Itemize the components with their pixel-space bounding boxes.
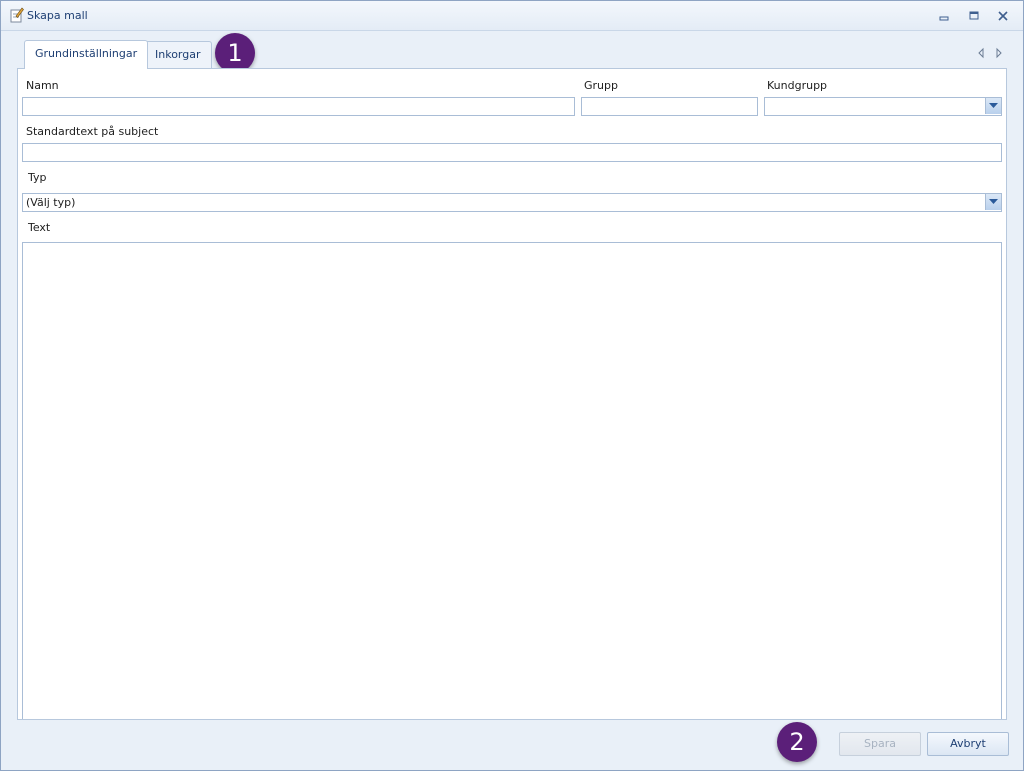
title-bar[interactable]: Skapa mall <box>1 1 1023 31</box>
window-title: Skapa mall <box>27 9 88 22</box>
text-label: Text <box>28 221 51 234</box>
customer-group-label: Kundgrupp <box>767 79 828 92</box>
tab-content-panel: Namn Grupp Kundgrupp Standardtext på sub… <box>17 68 1007 720</box>
subject-field[interactable] <box>22 143 1002 162</box>
callout-badge-1: 1 <box>215 33 255 73</box>
close-icon[interactable] <box>996 9 1010 23</box>
minimize-icon[interactable] <box>937 9 951 23</box>
type-label: Typ <box>28 171 47 184</box>
restore-icon[interactable] <box>967 9 981 23</box>
tab-scroll-right-icon[interactable] <box>994 47 1004 59</box>
text-area[interactable] <box>22 242 1002 719</box>
tab-inkorgar[interactable]: Inkorgar <box>144 41 212 68</box>
callout-badge-2: 2 <box>777 722 817 762</box>
subject-label: Standardtext på subject <box>26 125 159 138</box>
group-field[interactable] <box>581 97 758 116</box>
cancel-button[interactable]: Avbryt <box>927 732 1009 756</box>
chevron-down-icon[interactable] <box>985 98 1001 114</box>
customer-group-select[interactable] <box>764 97 1002 116</box>
dialog-window: Skapa mall Grundinställningar Inkorgar 1… <box>0 0 1024 771</box>
name-field[interactable] <box>22 97 575 116</box>
tab-scroll-left-icon[interactable] <box>976 47 986 59</box>
tab-grundinstallningar[interactable]: Grundinställningar <box>24 40 149 69</box>
save-button[interactable]: Spara <box>839 732 921 756</box>
group-label: Grupp <box>584 79 618 92</box>
name-label: Namn <box>26 79 59 92</box>
edit-note-icon <box>10 7 24 23</box>
chevron-down-icon[interactable] <box>985 194 1001 210</box>
type-select-value: (Välj typ) <box>26 196 76 209</box>
type-select[interactable]: (Välj typ) <box>22 193 1002 212</box>
